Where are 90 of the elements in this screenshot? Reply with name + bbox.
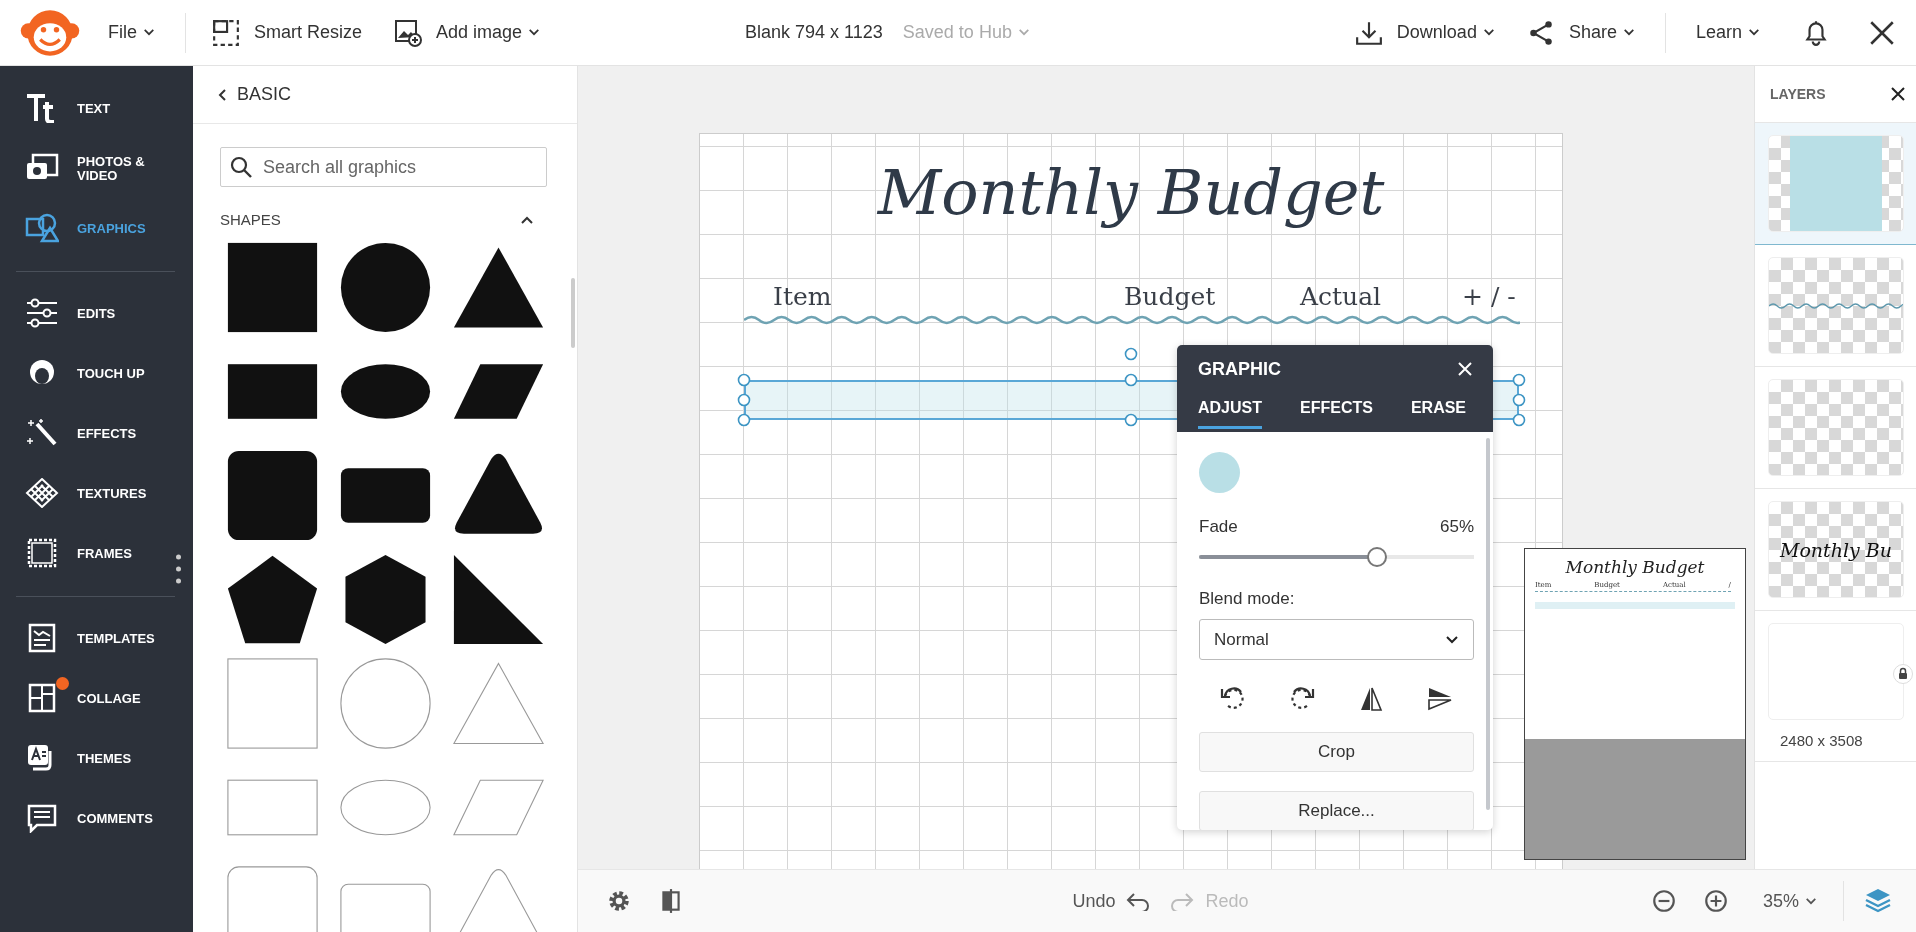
- search-icon: [230, 156, 252, 178]
- layer-item[interactable]: 2480 x 3508: [1755, 611, 1916, 762]
- panel-tab[interactable]: ERASE: [1410, 393, 1467, 429]
- back-link[interactable]: BASIC: [193, 66, 577, 124]
- search-field[interactable]: Search all graphics: [220, 147, 547, 187]
- color-swatch[interactable]: [1199, 452, 1240, 493]
- caret-icon: [1622, 28, 1635, 37]
- caret-icon: [1748, 28, 1760, 37]
- canvas-size: 2480 x 3508: [1780, 732, 1863, 749]
- column-heading: + / -: [1462, 282, 1516, 311]
- lock-icon[interactable]: [1893, 664, 1913, 684]
- resize-handle[interactable]: [1124, 413, 1138, 427]
- resize-handle[interactable]: [1124, 373, 1138, 387]
- layers-title: LAYERS: [1770, 86, 1826, 102]
- redo-icon: [1169, 891, 1196, 911]
- chevron-icon: [217, 87, 227, 102]
- panel-tab[interactable]: ADJUST: [1198, 393, 1262, 429]
- magic-wand-icon: [25, 418, 59, 448]
- right-triangle-shape[interactable]: [453, 554, 544, 645]
- resize-handle[interactable]: [1512, 373, 1526, 387]
- slider-thumb[interactable]: [1366, 547, 1387, 567]
- panel-tab[interactable]: EFFECTS: [1300, 393, 1373, 429]
- circle-shape[interactable]: [340, 242, 431, 333]
- resize-handle[interactable]: [737, 393, 751, 407]
- caret-icon: [143, 28, 155, 37]
- caret-icon: [1805, 896, 1817, 906]
- caret-icon: [1017, 28, 1030, 37]
- settings-icon[interactable]: [606, 888, 632, 914]
- resize-icon[interactable]: [212, 18, 240, 47]
- learn-menu[interactable]: Learn: [1691, 14, 1764, 51]
- resize-handle[interactable]: [737, 413, 751, 427]
- resize-handle[interactable]: [737, 373, 751, 387]
- blend-mode-dropdown[interactable]: Normal: [1199, 619, 1474, 660]
- close-icon[interactable]: [1890, 86, 1906, 102]
- nav-item[interactable]: EDITS: [0, 284, 193, 344]
- caret-icon: [1445, 634, 1459, 645]
- smart-resize-button[interactable]: Smart Resize: [250, 14, 367, 51]
- rotate-handle[interactable]: [1124, 347, 1138, 361]
- nav-item[interactable]: TEMPLATES: [0, 609, 193, 669]
- zoom-level-dropdown[interactable]: 35%: [1762, 890, 1817, 912]
- panel-title: GRAPHIC: [1198, 358, 1281, 380]
- zoom-in-icon[interactable]: [1702, 888, 1729, 914]
- add-image-icon[interactable]: [394, 18, 423, 47]
- lattice-icon: [25, 478, 59, 508]
- nav-item[interactable]: TEXTURES: [0, 464, 193, 524]
- caret-icon: [1482, 28, 1495, 37]
- nav-item[interactable]: FRAMES: [0, 524, 193, 584]
- nav-item[interactable]: TEXT: [0, 79, 193, 139]
- add-image-menu[interactable]: Add image: [432, 14, 545, 51]
- file-menu[interactable]: File: [104, 14, 159, 51]
- frame-icon: [25, 538, 59, 568]
- rounded-square-shape[interactable]: [227, 450, 318, 541]
- download-menu[interactable]: Download: [1392, 14, 1499, 51]
- resize-handle[interactable]: [1512, 413, 1526, 427]
- column-heading: Budget: [1124, 282, 1216, 311]
- undo-icon: [1125, 891, 1152, 911]
- document-title[interactable]: Blank 794 x 1123: [745, 22, 883, 43]
- section-heading: SHAPES: [220, 211, 281, 228]
- nav-item[interactable]: THEMES: [0, 729, 193, 789]
- undo-button[interactable]: Undo: [1072, 890, 1152, 912]
- sliders-icon: [25, 298, 59, 328]
- nav-item[interactable]: COLLAGE: [0, 669, 193, 729]
- nav-item[interactable]: EFFECTS: [0, 404, 193, 464]
- fade-label: Fade: [1199, 517, 1238, 537]
- pentagon-shape[interactable]: [227, 554, 318, 645]
- crop-button[interactable]: Crop: [1199, 732, 1474, 772]
- resize-handle[interactable]: [1512, 393, 1526, 407]
- layer-item[interactable]: Monthly Bu: [1755, 489, 1916, 611]
- replace-button[interactable]: Replace...: [1199, 791, 1474, 830]
- zoom-out-icon[interactable]: [1650, 888, 1677, 914]
- layer-thumbnail: Monthly Bu: [1768, 501, 1904, 598]
- shapes-icon: [25, 213, 59, 243]
- chevron-icon[interactable]: [520, 214, 534, 225]
- caret-icon: [528, 28, 541, 37]
- share-menu[interactable]: Share: [1564, 14, 1639, 51]
- layers-icon[interactable]: [1864, 887, 1892, 915]
- square-shape[interactable]: [227, 242, 318, 333]
- column-heading: Item: [773, 282, 832, 311]
- nav-item[interactable]: PHOTOS & VIDEO: [0, 139, 193, 199]
- bell-icon[interactable]: [1802, 18, 1830, 47]
- column-heading: Actual: [1300, 282, 1382, 311]
- nav-item[interactable]: TOUCH UP: [0, 344, 193, 404]
- minimap-title: Monthly Budget: [1564, 557, 1706, 577]
- nav-item[interactable]: GRAPHICS: [0, 199, 193, 259]
- comment-icon: [25, 803, 59, 833]
- page-title: Monthly Budget: [876, 156, 1386, 229]
- nav-item[interactable]: COMMENTS: [0, 789, 193, 849]
- blend-mode-label: Blend mode:: [1199, 589, 1296, 609]
- resize-handle-icon[interactable]: [175, 554, 182, 584]
- fade-value: 65%: [1439, 517, 1474, 537]
